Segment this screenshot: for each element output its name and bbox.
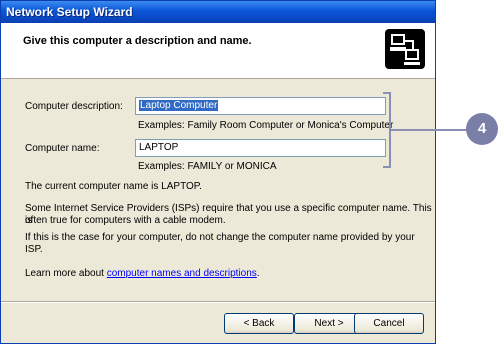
computer-name-value: LAPTOP bbox=[139, 142, 179, 153]
current-name-text: The current computer name is LAPTOP. bbox=[25, 181, 202, 192]
description-field[interactable]: Laptop Computer bbox=[135, 97, 386, 115]
name-examples: Examples: FAMILY or MONICA bbox=[138, 161, 277, 172]
header-title: Give this computer a description and nam… bbox=[23, 35, 252, 47]
description-examples: Examples: Family Room Computer or Monica… bbox=[138, 120, 394, 131]
learn-more-prefix: Learn more about bbox=[25, 268, 107, 279]
description-label: Computer description: bbox=[25, 101, 123, 112]
back-button[interactable]: < Back bbox=[224, 313, 294, 334]
network-setup-wizard-window: Network Setup Wizard Give this computer … bbox=[0, 0, 436, 344]
window-title: Network Setup Wizard bbox=[1, 1, 435, 23]
cancel-button[interactable]: Cancel bbox=[354, 313, 424, 334]
learn-more-link[interactable]: computer names and descriptions bbox=[107, 268, 257, 279]
wizard-header: Give this computer a description and nam… bbox=[1, 23, 435, 79]
learn-more-text: Learn more about computer names and desc… bbox=[25, 268, 260, 280]
network-wizard-icon bbox=[385, 29, 425, 69]
callout-connector bbox=[391, 129, 467, 131]
step-callout: 4 bbox=[466, 113, 498, 145]
learn-more-suffix: . bbox=[256, 268, 260, 279]
name-label: Computer name: bbox=[25, 143, 100, 154]
computer-name-field[interactable]: LAPTOP bbox=[135, 139, 386, 157]
isp-text-line2: often true for computers with a cable mo… bbox=[25, 215, 226, 226]
button-divider bbox=[1, 301, 435, 303]
isp-note: If this is the case for your computer, d… bbox=[25, 232, 415, 255]
description-value: Laptop Computer bbox=[139, 100, 219, 111]
callout-bracket bbox=[383, 92, 391, 168]
